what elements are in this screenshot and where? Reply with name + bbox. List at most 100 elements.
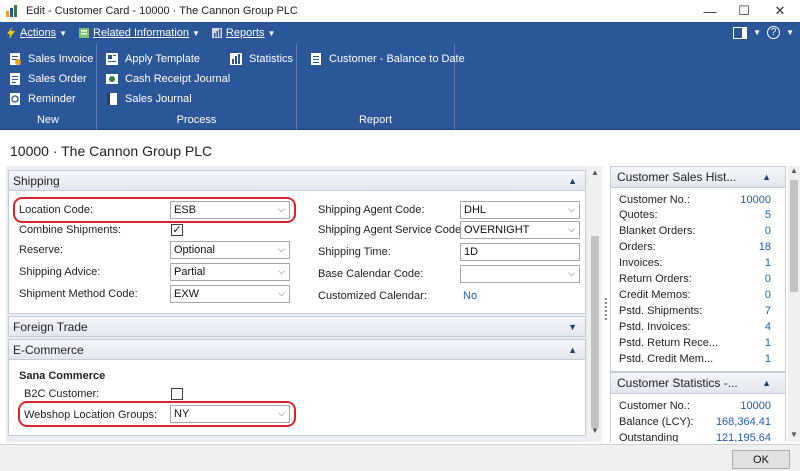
reminder-button[interactable]: Reminder [8, 92, 76, 106]
ribbon-group-new: Sales Invoice Sales Order Reminder New [0, 44, 97, 130]
sales-invoice-icon [10, 53, 21, 65]
chevron-down-icon[interactable]: ⌵ [568, 268, 575, 279]
help-icon[interactable]: ? [767, 26, 781, 39]
fb-row: Balance (LCY): 168,364.41 [619, 416, 771, 428]
ribbon-group-label: New [36, 114, 59, 126]
shipping-agent-code-label: Shipping Agent Code: [318, 204, 425, 216]
chevron-up-icon[interactable]: ▲ [762, 378, 771, 388]
customized-calendar-link[interactable]: No [463, 290, 477, 302]
scroll-up-icon[interactable]: ▲ [788, 166, 800, 178]
main-scrollbar[interactable]: ▲ ▼ [588, 166, 602, 442]
fb-row: Return Orders: 0 [619, 273, 771, 285]
combine-shipments-label: Combine Shipments: [19, 224, 122, 236]
window-title: Edit - Customer Card - 10000 · The Canno… [26, 5, 298, 17]
scroll-down-icon[interactable]: ▼ [788, 430, 800, 442]
chevron-down-icon[interactable]: ▼ [753, 28, 761, 37]
cash-receipt-journal-button[interactable]: Cash Receipt Journal [105, 72, 230, 86]
related-info-icon [79, 28, 89, 38]
shipping-agent-code-field[interactable]: DHL ⌵ [460, 201, 580, 219]
scrollbar-thumb[interactable] [790, 180, 798, 292]
ribbon-group-label: Process [176, 114, 217, 126]
menu-bar: Actions ▼ Related Information ▼ Reports … [0, 22, 800, 44]
minimize-button[interactable]: — [692, 0, 728, 22]
shipping-time-label: Shipping Time: [318, 246, 391, 258]
page-title: 10000 · The Cannon Group PLC [10, 143, 213, 159]
fasttab-ecommerce-header[interactable]: E-Commerce ▲ [8, 339, 586, 360]
ribbon-group-report: Customer - Balance to Date Report [297, 44, 465, 130]
window-layout-icon[interactable] [733, 26, 748, 39]
ribbon-group-label: Report [358, 114, 393, 126]
apply-template-icon [106, 53, 118, 65]
scrollbar-thumb[interactable] [591, 236, 599, 428]
fasttab-shipping-header[interactable]: Shipping ▲ [8, 170, 586, 191]
location-code-highlight [13, 197, 296, 223]
apply-template-button[interactable]: Apply Template [105, 52, 200, 66]
sales-journal-icon [107, 93, 117, 105]
fb-row: Outstanding 121,195.64 [619, 432, 771, 442]
shipping-agent-service-code-label: Shipping Agent Service Code: [318, 224, 465, 236]
factbox-sales-history-body: Customer No.: 10000 Quotes: 5 Blanket Orde… [610, 188, 786, 372]
fb-row: Pstd. Return Rece... 1 [619, 337, 771, 349]
maximize-button[interactable]: ☐ [726, 0, 762, 22]
sales-order-button[interactable]: Sales Order [8, 72, 87, 86]
fb-row: Customer No.: 10000 [619, 194, 771, 206]
actions-menu[interactable]: Actions ▼ [5, 27, 67, 39]
shipping-time-field[interactable]: 1D [460, 243, 580, 261]
chevron-down-icon[interactable]: ⌵ [278, 288, 285, 299]
bottom-bar: OK [0, 444, 800, 471]
close-button[interactable]: ✕ [762, 0, 798, 22]
report-icon [311, 53, 321, 65]
customized-calendar-label: Customized Calendar: [318, 290, 427, 302]
factbox-scrollbar[interactable]: ▲ ▼ [788, 166, 800, 442]
related-information-menu[interactable]: Related Information ▼ [78, 27, 200, 39]
ok-button[interactable]: OK [732, 450, 790, 469]
reminder-icon [10, 93, 20, 105]
reports-menu[interactable]: Reports ▼ [211, 27, 275, 39]
chevron-down-icon[interactable]: ▼ [568, 322, 577, 332]
factbox-sales-history-header[interactable]: Customer Sales Hist... ▲ [610, 166, 786, 188]
fb-row: Blanket Orders: 0 [619, 225, 771, 237]
factbox-statistics-body: Customer No.: 10000 Balance (LCY): 168,364… [610, 394, 786, 442]
chevron-down-icon[interactable]: ⌵ [568, 204, 575, 215]
cash-receipt-journal-icon [106, 74, 118, 84]
pane-splitter[interactable] [605, 298, 608, 322]
reserve-field[interactable]: Optional ⌵ [170, 241, 290, 259]
chevron-up-icon[interactable]: ▲ [762, 172, 771, 182]
fb-row: Pstd. Credit Mem... 1 [619, 353, 771, 365]
fb-row: Pstd. Shipments: 7 [619, 305, 771, 317]
ribbon-group-process: Apply Template Statistics Cash Receipt J… [97, 44, 297, 130]
sales-invoice-button[interactable]: Sales Invoice [8, 52, 93, 66]
chevron-down-icon: ▼ [192, 28, 200, 38]
combine-shipments-checkbox[interactable]: ✓ [171, 224, 183, 236]
b2c-customer-label: B2C Customer: [24, 388, 100, 400]
chevron-down-icon[interactable]: ⌵ [278, 244, 285, 255]
statistics-icon [230, 53, 242, 65]
chevron-up-icon[interactable]: ▲ [568, 345, 577, 355]
webshop-location-groups-highlight [18, 401, 296, 427]
statistics-button[interactable]: Statistics [229, 52, 293, 66]
sana-commerce-group-label: Sana Commerce [19, 370, 106, 382]
scroll-down-icon[interactable]: ▼ [588, 426, 602, 440]
scroll-up-icon[interactable]: ▲ [588, 168, 602, 182]
title-bar: Edit - Customer Card - 10000 · The Canno… [0, 0, 800, 22]
chevron-down-icon: ▼ [59, 28, 67, 38]
chevron-down-icon[interactable]: ⌵ [568, 224, 575, 235]
chevron-down-icon[interactable]: ⌵ [278, 266, 285, 277]
b2c-customer-checkbox[interactable] [171, 388, 183, 400]
lightning-icon [7, 27, 15, 39]
sales-journal-button[interactable]: Sales Journal [105, 92, 192, 106]
fasttab-foreign-trade-header[interactable]: Foreign Trade ▼ [8, 316, 586, 337]
chevron-down-icon[interactable]: ▼ [786, 28, 794, 37]
factbox-statistics-header[interactable]: Customer Statistics -... ▲ [610, 372, 786, 394]
ribbon: Sales Invoice Sales Order Reminder New A… [0, 44, 800, 130]
fb-row: Customer No.: 10000 [619, 400, 771, 412]
shipping-advice-field[interactable]: Partial ⌵ [170, 263, 290, 281]
base-calendar-code-field[interactable]: ⌵ [460, 265, 580, 283]
fb-row: Quotes: 5 [619, 209, 771, 221]
shipping-agent-service-code-field[interactable]: OVERNIGHT ⌵ [460, 221, 580, 239]
customer-balance-to-date-button[interactable]: Customer - Balance to Date [309, 52, 465, 66]
chevron-down-icon: ▼ [267, 28, 276, 38]
chevron-up-icon[interactable]: ▲ [568, 176, 577, 186]
fb-row: Orders: 18 [619, 241, 771, 253]
shipment-method-code-field[interactable]: EXW ⌵ [170, 285, 290, 303]
